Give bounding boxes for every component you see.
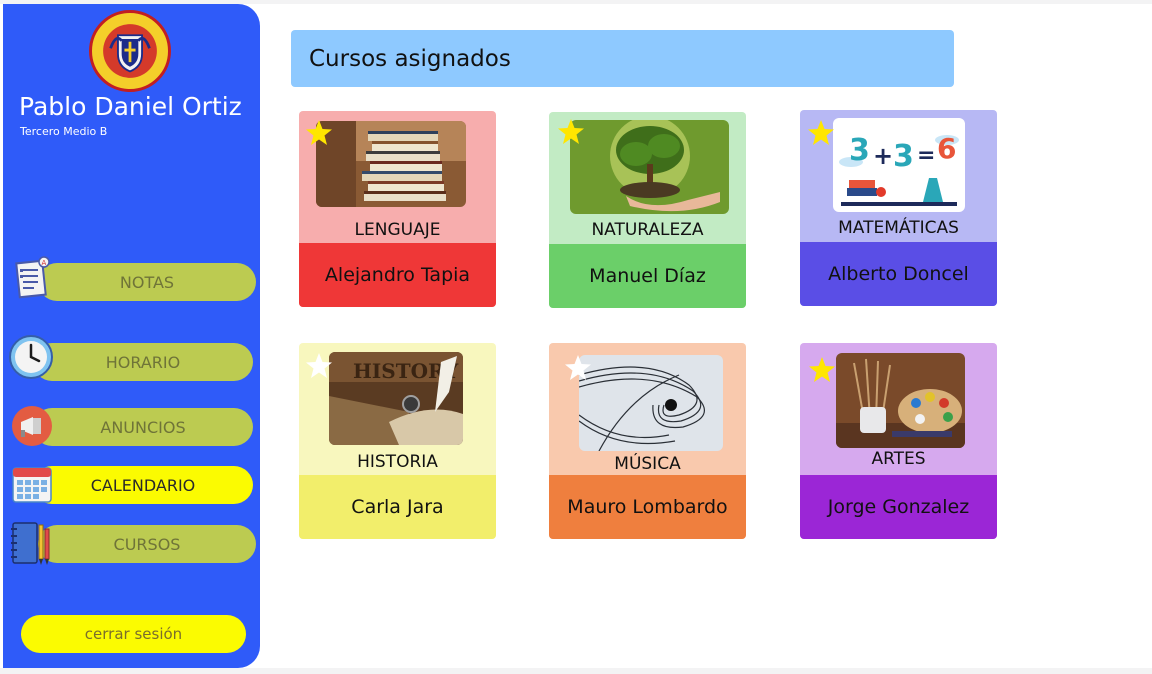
nav-item-label: ANUNCIOS <box>100 417 186 437</box>
course-subject: MATEMÁTICAS <box>838 218 959 238</box>
nav-item-label: CALENDARIO <box>90 475 196 495</box>
favorite-star-icon[interactable] <box>808 356 836 384</box>
user-name: Pablo Daniel Ortiz <box>19 92 242 121</box>
favorite-star-icon[interactable] <box>305 352 333 380</box>
course-card-artes[interactable]: ARTES Jorge Gonzalez <box>800 343 997 539</box>
favorite-star-icon[interactable] <box>305 119 333 147</box>
nav-item-cursos[interactable]: CURSOS <box>38 525 256 563</box>
tree-in-hand-image <box>570 120 729 214</box>
books-image <box>316 121 466 207</box>
course-subject: ARTES <box>871 449 926 469</box>
nav-item-calendario[interactable]: CALENDARIO <box>33 466 253 504</box>
course-teacher: Jorge Gonzalez <box>800 475 997 539</box>
school-crest-icon <box>89 10 171 92</box>
paint-palette-image <box>836 353 965 448</box>
course-card-lenguaje[interactable]: LENGUAJE Alejandro Tapia <box>299 111 496 307</box>
svg-text:=: = <box>917 143 935 168</box>
favorite-star-icon[interactable] <box>557 118 585 146</box>
svg-text:3: 3 <box>893 139 914 174</box>
math-equation-image: 3 + 3 = 6 <box>833 118 965 212</box>
nav-item-label: CURSOS <box>113 534 181 554</box>
grades-document-icon: A <box>14 256 52 300</box>
course-teacher: Mauro Lombardo <box>549 475 746 539</box>
nav-item-notas[interactable]: NOTAS <box>38 263 256 301</box>
course-teacher: Carla Jara <box>299 475 496 539</box>
favorite-star-icon[interactable] <box>807 119 835 147</box>
svg-text:A: A <box>42 259 47 267</box>
course-card-historia[interactable]: HISTORY HISTORIA Carla Jara <box>299 343 496 539</box>
history-book-image: HISTORY <box>329 352 463 445</box>
course-subject: LENGUAJE <box>354 220 441 240</box>
music-sheet-spiral-image <box>579 355 723 451</box>
nav-item-label: HORARIO <box>105 352 181 372</box>
svg-text:6: 6 <box>937 132 956 165</box>
calendar-icon <box>11 463 53 505</box>
nav-item-horario[interactable]: HORARIO <box>33 343 253 381</box>
sidebar: Pablo Daniel Ortiz Tercero Medio B NOTAS… <box>3 4 260 668</box>
course-teacher: Alberto Doncel <box>800 242 997 306</box>
svg-text:3: 3 <box>849 133 870 168</box>
course-card-musica[interactable]: MÚSICA Mauro Lombardo <box>549 343 746 539</box>
course-teacher: Alejandro Tapia <box>299 243 496 307</box>
notebook-icon <box>9 519 53 567</box>
course-teacher: Manuel Díaz <box>549 244 746 308</box>
page-title: Cursos asignados <box>291 30 954 87</box>
logout-button[interactable]: cerrar sesión <box>21 615 246 653</box>
course-subject: HISTORIA <box>357 452 438 472</box>
favorite-star-icon[interactable] <box>564 354 592 382</box>
user-class: Tercero Medio B <box>20 125 108 138</box>
course-card-matematicas[interactable]: 3 + 3 = 6 MATEMÁTICAS Alberto Doncel <box>800 110 997 306</box>
course-subject: MÚSICA <box>614 454 681 474</box>
megaphone-icon <box>11 405 53 447</box>
svg-text:+: + <box>873 142 893 170</box>
nav-item-anuncios[interactable]: ANUNCIOS <box>33 408 253 446</box>
course-card-naturaleza[interactable]: NATURALEZA Manuel Díaz <box>549 112 746 308</box>
nav-item-label: NOTAS <box>119 272 175 292</box>
course-subject: NATURALEZA <box>591 220 704 240</box>
clock-icon <box>8 334 54 380</box>
